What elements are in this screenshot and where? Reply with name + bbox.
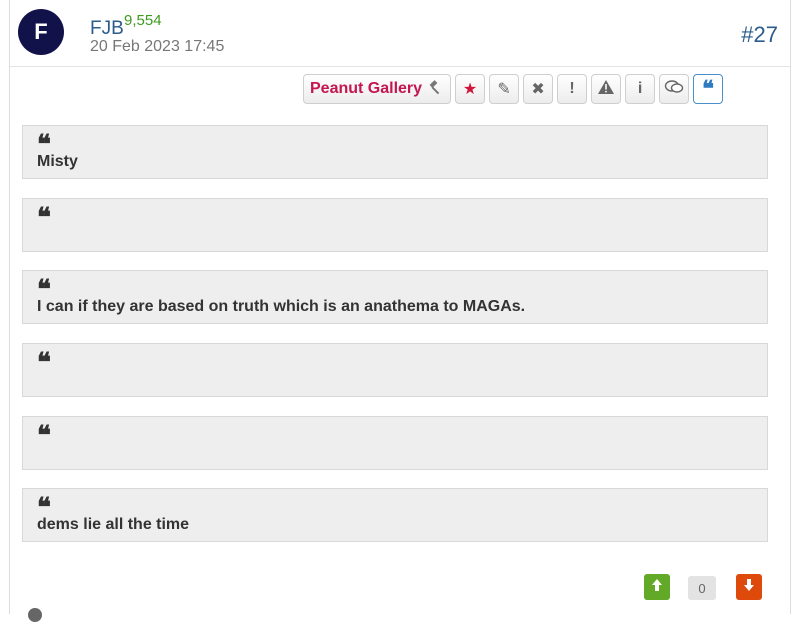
edit-button[interactable]: ✎ <box>489 74 520 104</box>
arrow-down-icon <box>743 578 755 597</box>
reply-button[interactable] <box>659 74 690 104</box>
warn-button[interactable] <box>591 74 622 104</box>
info-circle-icon[interactable] <box>28 608 42 622</box>
quote-block: ❝ <box>22 416 768 470</box>
quote-icon: ❝ <box>37 421 51 451</box>
post-number-link[interactable]: #27 <box>741 22 778 48</box>
warning-icon <box>597 79 615 100</box>
upvote-button[interactable] <box>644 574 670 600</box>
peanut-gallery-label: Peanut Gallery <box>310 80 423 97</box>
arrow-up-icon <box>651 578 663 597</box>
exclamation-icon: ! <box>569 80 575 97</box>
peanut-gallery-button[interactable]: Peanut Gallery <box>303 74 452 104</box>
quote-button[interactable]: ❝ <box>693 74 724 104</box>
vote-count: 0 <box>688 576 716 600</box>
quote-block: ❝ dems lie all the time <box>22 488 768 542</box>
quote-block: ❝ <box>22 198 768 252</box>
info-button[interactable]: i <box>625 74 656 104</box>
quote-text: dems lie all the time <box>37 516 190 533</box>
delete-button[interactable]: ✖ <box>523 74 554 104</box>
pencil-icon: ✎ <box>497 81 511 98</box>
star-icon: ★ <box>462 81 478 98</box>
star-button[interactable]: ★ <box>455 74 486 104</box>
quote-block: ❝ Misty <box>22 125 768 179</box>
quote-icon: ❝ <box>37 203 51 233</box>
quote-text: Misty <box>37 153 78 170</box>
post-header: F FJB 9,554 20 Feb 2023 17:45 #27 <box>10 0 790 67</box>
close-icon: ✖ <box>531 81 545 98</box>
quote-text: I can if they are based on truth which i… <box>37 298 526 315</box>
avatar[interactable]: F <box>18 9 64 55</box>
forum-post: F FJB 9,554 20 Feb 2023 17:45 #27 Peanut… <box>9 0 791 622</box>
post-action-toolbar: Peanut Gallery ★ ✎ ✖ ! i ❝ <box>303 74 724 106</box>
chat-bubbles-icon <box>664 79 684 100</box>
downvote-button[interactable] <box>736 574 762 600</box>
quote-block: ❝ I can if they are based on truth which… <box>22 270 768 324</box>
post-timestamp: 20 Feb 2023 17:45 <box>90 38 225 55</box>
quote-block: ❝ <box>22 343 768 397</box>
gavel-icon <box>428 79 444 99</box>
quote-icon: ❝ <box>702 76 714 102</box>
reputation-score: 9,554 <box>124 12 162 29</box>
report-button[interactable]: ! <box>557 74 588 104</box>
quote-icon: ❝ <box>37 348 51 378</box>
info-icon: i <box>637 80 643 97</box>
username-link[interactable]: FJB <box>90 18 124 40</box>
